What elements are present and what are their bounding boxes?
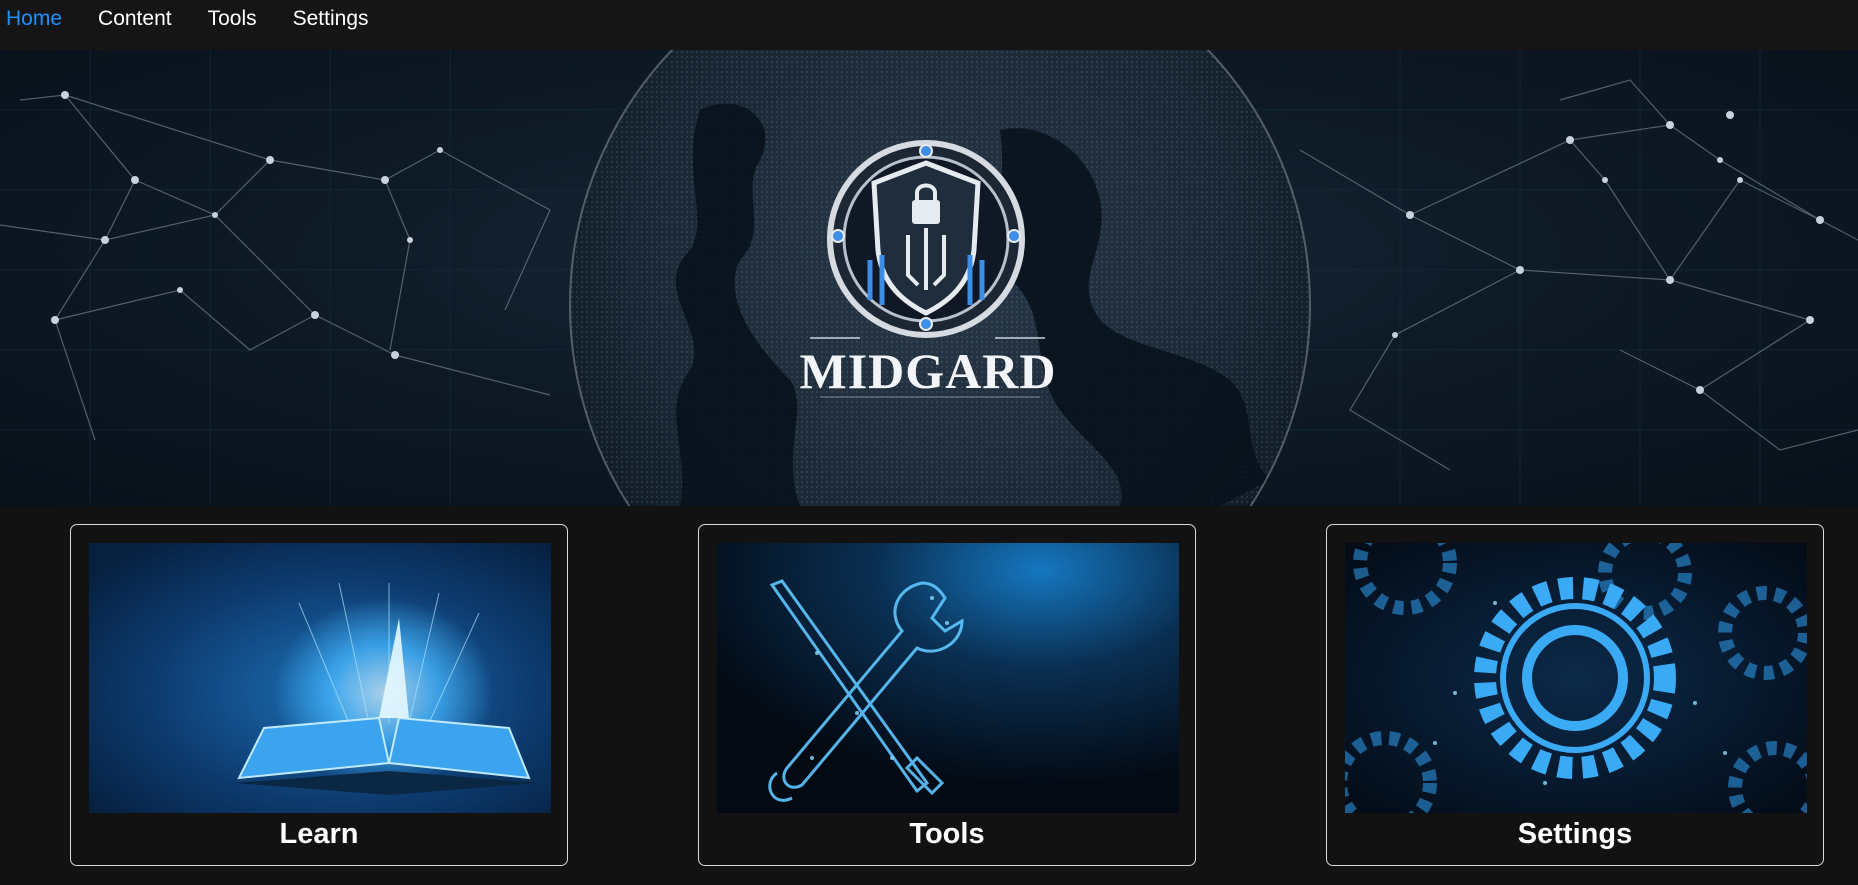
card-title-tools: Tools bbox=[909, 818, 985, 850]
nav-link-content[interactable]: Content bbox=[98, 8, 172, 29]
nav-link-home[interactable]: Home bbox=[6, 8, 62, 29]
nav-link-tools[interactable]: Tools bbox=[208, 8, 257, 29]
card-learn[interactable]: Learn bbox=[70, 524, 568, 866]
hero-banner: MIDGARD bbox=[0, 50, 1858, 506]
glowing-open-book-image bbox=[89, 543, 551, 813]
card-title-settings: Settings bbox=[1517, 818, 1633, 850]
globe-network-image: MIDGARD bbox=[0, 50, 1858, 506]
gears-image bbox=[1345, 543, 1807, 813]
card-title-learn: Learn bbox=[279, 818, 359, 850]
card-grid: Learn Tools Settings bbox=[0, 506, 1858, 885]
top-navigation: Home Content Tools Settings bbox=[0, 0, 1858, 50]
brand-name: MIDGARD bbox=[800, 343, 1057, 399]
card-settings[interactable]: Settings bbox=[1326, 524, 1824, 866]
nav-link-settings[interactable]: Settings bbox=[293, 8, 369, 29]
card-tools[interactable]: Tools bbox=[698, 524, 1196, 866]
wrench-and-screwdriver-image bbox=[717, 543, 1179, 813]
shield-lock-circuit-emblem bbox=[827, 140, 1025, 338]
